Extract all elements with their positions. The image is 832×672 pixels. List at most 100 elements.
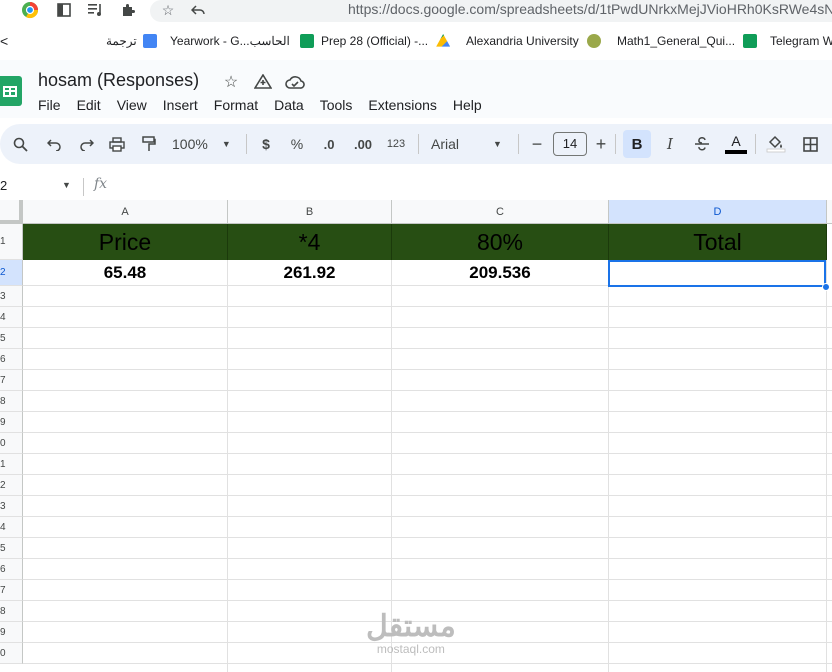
zoom-select[interactable]: 100% ▼ bbox=[172, 132, 234, 156]
row-header[interactable]: 2 bbox=[0, 260, 23, 286]
fill-handle[interactable] bbox=[822, 283, 830, 291]
row-header[interactable]: 8 bbox=[0, 601, 23, 622]
column-header-e[interactable] bbox=[827, 200, 832, 224]
bookmark-label: Telegram W bbox=[770, 34, 832, 48]
menu-tools[interactable]: Tools bbox=[320, 97, 353, 113]
column-header-a[interactable]: A bbox=[23, 200, 228, 224]
formula-input[interactable] bbox=[120, 174, 820, 198]
paint-format-icon[interactable] bbox=[139, 132, 159, 156]
menu-data[interactable]: Data bbox=[274, 97, 304, 113]
sheets-icon bbox=[299, 34, 314, 48]
watermark-arabic: مستقل bbox=[366, 610, 456, 643]
bookmark-yearwork[interactable]: Yearwork - G...الحاسب bbox=[170, 32, 314, 50]
cloud-saved-icon[interactable] bbox=[285, 72, 305, 92]
row-header[interactable]: 3 bbox=[0, 286, 23, 307]
selected-cell-border bbox=[608, 260, 826, 287]
row-header[interactable]: 7 bbox=[0, 580, 23, 601]
name-box[interactable]: 2 bbox=[0, 178, 7, 193]
row-header[interactable]: 6 bbox=[0, 559, 23, 580]
media-controls-icon[interactable] bbox=[86, 0, 106, 20]
formatting-toolbar: 100% ▼ $ % .0 .00 123 Arial ▼ − 14 + B I… bbox=[0, 124, 832, 164]
column-header-c[interactable]: C bbox=[392, 200, 609, 224]
select-all-corner[interactable] bbox=[0, 200, 23, 224]
name-box-dropdown-icon[interactable]: ▼ bbox=[62, 180, 71, 190]
font-size-input[interactable]: 14 bbox=[553, 132, 587, 156]
row-header[interactable]: 1 bbox=[0, 454, 23, 475]
format-currency-button[interactable]: $ bbox=[258, 132, 274, 156]
menu-format[interactable]: Format bbox=[214, 97, 258, 113]
address-bar[interactable]: ☆ https://docs.google.com/spreadsheets/d… bbox=[150, 0, 832, 22]
bookmark-telegram[interactable]: Telegram W bbox=[770, 32, 832, 50]
row-header[interactable]: 0 bbox=[0, 643, 23, 664]
more-formats-button[interactable]: 123 bbox=[384, 132, 408, 156]
menu-extensions[interactable]: Extensions bbox=[368, 97, 436, 113]
row-header[interactable]: 3 bbox=[0, 496, 23, 517]
font-select[interactable]: Arial ▼ bbox=[431, 132, 511, 156]
menu-help[interactable]: Help bbox=[453, 97, 482, 113]
extensions-puzzle-icon[interactable] bbox=[118, 0, 138, 20]
app-header: hosam (Responses) ☆ File Edit View Inser… bbox=[0, 60, 832, 118]
spreadsheet-grid[interactable]: A B C D 1 2 3 4 5 6 7 8 9 0 1 2 3 4 5 6 … bbox=[0, 200, 832, 672]
decrease-decimal-button[interactable]: .0 bbox=[318, 132, 340, 156]
chrome-profile-icon[interactable] bbox=[20, 0, 40, 20]
cell-c1[interactable]: 80% bbox=[392, 224, 609, 260]
star-icon[interactable]: ☆ bbox=[221, 72, 241, 92]
toolbar-divider bbox=[246, 134, 247, 154]
row-header[interactable]: 0 bbox=[0, 433, 23, 454]
formula-bar: 2 ▼ fx bbox=[0, 172, 832, 200]
url-text: https://docs.google.com/spreadsheets/d/1… bbox=[348, 1, 832, 17]
cell-b2[interactable]: 261.92 bbox=[228, 260, 392, 286]
row-header[interactable]: 5 bbox=[0, 538, 23, 559]
row-header[interactable]: 1 bbox=[0, 224, 23, 260]
menu-insert[interactable]: Insert bbox=[163, 97, 198, 113]
cell-d1[interactable]: Total bbox=[609, 224, 827, 260]
menu-view[interactable]: View bbox=[117, 97, 147, 113]
share-icon[interactable] bbox=[188, 0, 208, 20]
bookmark-translate[interactable]: ترجمة bbox=[106, 32, 157, 50]
row-header[interactable]: 8 bbox=[0, 391, 23, 412]
text-color-button[interactable]: A bbox=[724, 132, 748, 156]
cell-b1[interactable]: *4 bbox=[228, 224, 392, 260]
italic-button[interactable]: I bbox=[662, 132, 678, 156]
format-percent-button[interactable]: % bbox=[288, 132, 306, 156]
cell-a1[interactable]: Price bbox=[23, 224, 228, 260]
row-header[interactable]: 2 bbox=[0, 475, 23, 496]
move-to-drive-icon[interactable] bbox=[253, 72, 273, 92]
increase-font-size-button[interactable]: + bbox=[593, 132, 609, 156]
row-header[interactable]: 7 bbox=[0, 370, 23, 391]
row-header[interactable]: 4 bbox=[0, 517, 23, 538]
sheets-logo-icon[interactable] bbox=[0, 76, 22, 106]
row-header[interactable]: 6 bbox=[0, 349, 23, 370]
dropdown-arrow-icon: ▼ bbox=[221, 139, 231, 149]
increase-decimal-button[interactable]: .00 bbox=[351, 132, 375, 156]
row-header[interactable]: 9 bbox=[0, 412, 23, 433]
side-panel-icon[interactable] bbox=[54, 0, 74, 20]
column-header-b[interactable]: B bbox=[228, 200, 392, 224]
bookmark-prep28[interactable]: Prep 28 (Official) -... bbox=[321, 32, 451, 50]
strikethrough-icon[interactable] bbox=[693, 132, 711, 156]
decrease-font-size-button[interactable]: − bbox=[529, 132, 545, 156]
bold-button[interactable]: B bbox=[623, 130, 651, 158]
back-chevron-icon[interactable]: < bbox=[0, 32, 8, 50]
row-header[interactable]: 5 bbox=[0, 328, 23, 349]
redo-icon[interactable] bbox=[76, 132, 96, 156]
menu-file[interactable]: File bbox=[38, 97, 61, 113]
bookmark-star-icon[interactable]: ☆ bbox=[158, 0, 178, 20]
column-header-d[interactable]: D bbox=[609, 200, 827, 224]
cell-a2[interactable]: 65.48 bbox=[23, 260, 228, 286]
menu-edit[interactable]: Edit bbox=[77, 97, 101, 113]
borders-icon[interactable] bbox=[800, 132, 820, 156]
print-icon[interactable] bbox=[107, 132, 127, 156]
search-icon[interactable] bbox=[10, 132, 30, 156]
bookmark-alexandria[interactable]: Alexandria University bbox=[466, 32, 601, 50]
watermark: مستقل mostaql.com bbox=[366, 610, 456, 657]
bookmark-math1[interactable]: Math1_General_Qui... bbox=[617, 32, 758, 50]
row-header[interactable]: 9 bbox=[0, 622, 23, 643]
fill-color-icon[interactable] bbox=[765, 132, 787, 156]
undo-icon[interactable] bbox=[44, 132, 64, 156]
document-title[interactable]: hosam (Responses) bbox=[38, 70, 199, 91]
toolbar-divider bbox=[755, 134, 756, 154]
cell-c2[interactable]: 209.536 bbox=[392, 260, 609, 286]
row-header[interactable]: 4 bbox=[0, 307, 23, 328]
bookmarks-bar: < ترجمة Yearwork - G...الحاسب Prep 28 (O… bbox=[0, 28, 832, 54]
